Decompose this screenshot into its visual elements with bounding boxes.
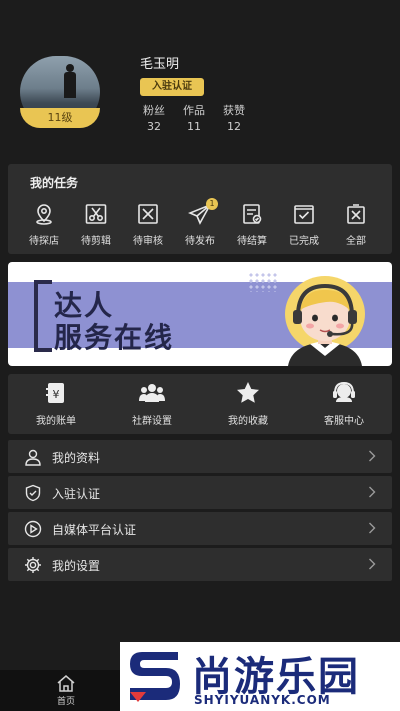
check-box-icon (294, 205, 314, 224)
list-item-media-verify[interactable]: 自媒体平台认证 (8, 512, 392, 545)
stat-likes[interactable]: 获赞 12 (220, 102, 248, 133)
list-item-my-profile[interactable]: 我的资料 (8, 440, 392, 473)
svg-text:¥: ¥ (53, 388, 60, 401)
watermark: 尚游乐园 SHYIYUANYK.COM (120, 642, 400, 711)
quick-item-favorites[interactable]: 我的收藏 (208, 380, 288, 434)
nav-tab-label: 首页 (56, 697, 75, 707)
watermark-logo-icon (130, 652, 180, 702)
home-icon (57, 675, 75, 692)
gear-icon (25, 557, 41, 573)
avatar-person-figure (64, 64, 76, 100)
list-item-label: 入驻认证 (52, 487, 101, 501)
verify-button[interactable]: 入驻认证 (140, 78, 204, 96)
stat-label: 获赞 (223, 104, 245, 117)
list-item-settle-verify[interactable]: 入驻认证 (8, 476, 392, 509)
stat-label: 作品 (183, 104, 205, 117)
quick-item-customer-service[interactable]: 客服中心 (304, 380, 384, 434)
quick-label: 社群设置 (132, 416, 172, 427)
list-item-my-settings[interactable]: 我的设置 (8, 548, 392, 581)
chevron-right-icon (369, 450, 376, 462)
task-label: 待发布 (185, 236, 215, 247)
task-count-badge: 1 (206, 198, 218, 210)
service-banner[interactable]: 达人 服务在线 (8, 262, 392, 366)
quick-label: 我的账单 (36, 416, 76, 427)
profile-header: 11级 毛玉明 入驻认证 粉丝 32 作品 11 获赞 12 (0, 0, 400, 150)
stat-works[interactable]: 作品 11 (180, 102, 208, 133)
profile-stats: 粉丝 32 作品 11 获赞 12 (140, 102, 248, 133)
task-label: 已完成 (289, 236, 319, 247)
chevron-right-icon (369, 558, 376, 570)
quick-menu: ¥ 我的账单 社群设置 我的收藏 客服中心 (8, 374, 392, 434)
tasks-panel: 我的任务 待探店 待剪辑 待审核 1 待发布 待结算 已完成 全部 (8, 164, 392, 254)
task-item-all[interactable]: 全部 (334, 202, 378, 247)
task-label: 待审核 (133, 236, 163, 247)
list-item-label: 我的设置 (52, 559, 101, 573)
task-item-to-visit[interactable]: 待探店 (22, 202, 66, 247)
task-label: 待剪辑 (81, 236, 111, 247)
task-label: 全部 (346, 236, 366, 247)
shield-check-icon (25, 484, 41, 502)
stat-fans[interactable]: 粉丝 32 (140, 102, 168, 133)
customer-service-agent-illustration (285, 276, 365, 366)
quick-item-bill[interactable]: ¥ 我的账单 (16, 380, 96, 434)
task-label: 待结算 (237, 236, 267, 247)
level-badge: 11级 (20, 108, 100, 128)
star-icon (237, 382, 259, 403)
nav-tab-home[interactable]: 首页 (50, 674, 82, 707)
scissors-icon (85, 204, 107, 224)
chevron-right-icon (369, 486, 376, 498)
bill-icon: ¥ (46, 383, 64, 403)
group-icon (139, 384, 165, 402)
play-circle-icon (24, 520, 42, 538)
task-item-to-edit[interactable]: 待剪辑 (74, 202, 118, 247)
task-label: 待探店 (29, 236, 59, 247)
location-pin-icon (36, 204, 52, 225)
banner-title-line2: 服务在线 (54, 321, 175, 354)
quick-item-group-settings[interactable]: 社群设置 (112, 380, 192, 434)
task-item-to-settle[interactable]: 待结算 (230, 202, 274, 247)
stat-label: 粉丝 (143, 104, 165, 117)
username: 毛玉明 (140, 57, 180, 72)
task-item-completed[interactable]: 已完成 (282, 202, 326, 247)
headset-icon (333, 381, 355, 402)
stat-value: 12 (227, 120, 241, 133)
user-icon (25, 449, 41, 466)
task-item-to-review[interactable]: 待审核 (126, 202, 170, 247)
task-item-to-publish[interactable]: 1 待发布 (178, 198, 222, 247)
tasks-title: 我的任务 (30, 176, 79, 190)
chevron-right-icon (369, 522, 376, 534)
stat-value: 32 (147, 120, 161, 133)
settings-list: 我的资料 入驻认证 自媒体平台认证 我的设置 (8, 440, 392, 584)
watermark-subtitle: SHYIYUANYK.COM (194, 693, 331, 707)
invoice-icon (243, 204, 262, 224)
quick-label: 客服中心 (324, 416, 364, 427)
list-item-label: 我的资料 (52, 451, 101, 465)
all-box-icon (347, 204, 365, 224)
list-item-label: 自媒体平台认证 (52, 523, 137, 537)
quick-label: 我的收藏 (228, 416, 268, 427)
review-box-icon (138, 204, 158, 224)
banner-bracket (34, 280, 52, 352)
stat-value: 11 (187, 120, 201, 133)
